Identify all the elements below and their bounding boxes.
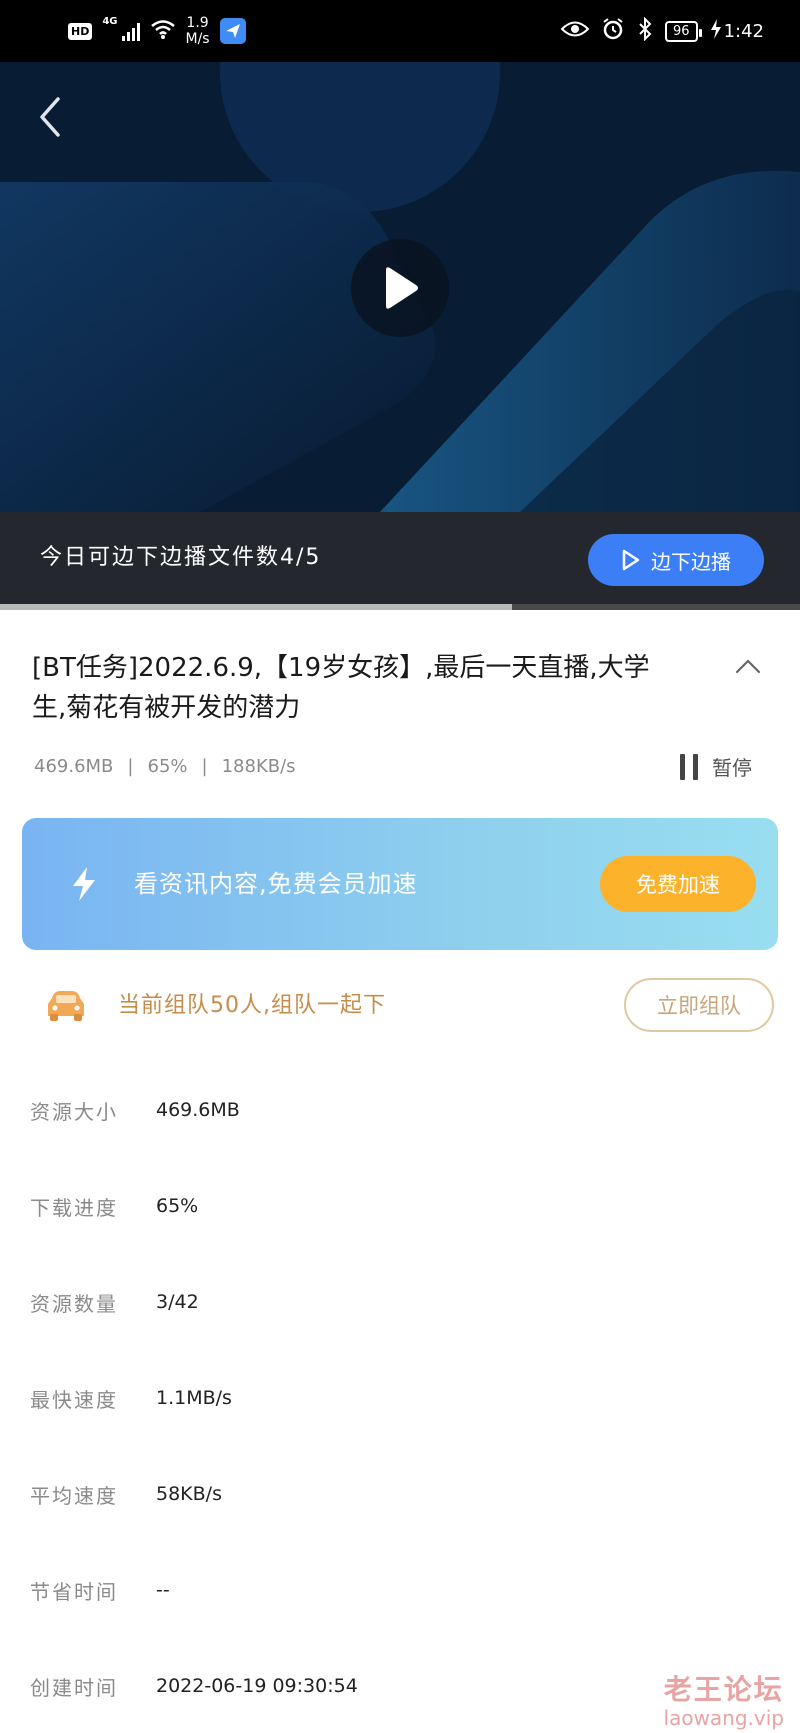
watermark-cn: 老王论坛: [663, 1673, 784, 1706]
detail-label: 资源大小: [30, 1099, 118, 1124]
meta-percent: 65%: [147, 756, 188, 777]
team-text: 当前组队50人,组队一起下: [118, 993, 386, 1018]
charging-icon: [710, 18, 722, 44]
watermark-en: laowang.vip: [663, 1706, 784, 1730]
signal-icon: [121, 21, 140, 41]
free-accelerate-button[interactable]: 免费加速: [600, 856, 756, 912]
detail-row: 节省时间 --: [0, 1542, 800, 1638]
video-player[interactable]: [0, 62, 800, 512]
network-type: 4G: [102, 16, 118, 27]
detail-value: 65%: [156, 1195, 199, 1217]
alarm-icon: [601, 17, 625, 46]
hd-badge: HD: [68, 22, 93, 40]
promo-text: 今日可边下边播文件数4/5: [40, 545, 322, 570]
watermark: 老王论坛 laowang.vip: [664, 1668, 784, 1730]
meta-divider: |: [201, 756, 208, 777]
detail-value: 1.1MB/s: [156, 1387, 232, 1409]
wifi-icon: [150, 18, 176, 44]
detail-label: 节省时间: [30, 1579, 118, 1604]
detail-value: --: [156, 1579, 170, 1601]
eye-icon: [560, 20, 590, 43]
meta-divider: |: [127, 756, 134, 777]
detail-row: 下载进度 65%: [0, 1158, 800, 1254]
detail-label: 下载进度: [30, 1195, 118, 1220]
lightning-icon: [64, 864, 104, 904]
status-right: 96 1:42: [560, 14, 764, 48]
task-title: [BT任务]2022.6.9,【19岁女孩】,最后一天直播,大学生,菊花有被开发…: [32, 653, 650, 723]
video-progress-bar[interactable]: [0, 604, 800, 610]
collapse-button[interactable]: [730, 648, 766, 684]
detail-row: 平均速度 58KB/s: [0, 1446, 800, 1542]
task-meta: 469.6MB | 65% | 188KB/s: [34, 756, 296, 777]
chevron-left-icon: [40, 97, 60, 137]
accelerate-text: 看资讯内容,免费会员加速: [134, 870, 418, 898]
detail-row: 最快速度 1.1MB/s: [0, 1350, 800, 1446]
pause-icon: [680, 753, 698, 780]
play-while-download-button[interactable]: 边下边播: [588, 534, 764, 586]
pause-label: 暂停: [712, 756, 752, 780]
detail-label: 资源数量: [30, 1291, 118, 1316]
resource-details: 资源大小 469.6MB 下载进度 65% 资源数量 3/42 最快速度 1.1…: [0, 1062, 800, 1733]
status-left: HD 4G 1.9 M/s: [68, 14, 246, 48]
detail-value: 3/42: [156, 1291, 199, 1313]
back-button[interactable]: [30, 92, 70, 142]
playback-promo-bar: 今日可边下边播文件数4/5 边下边播: [0, 512, 800, 604]
meta-speed: 188KB/s: [221, 756, 296, 777]
play-button[interactable]: [351, 239, 449, 337]
status-bar: HD 4G 1.9 M/s 96 1:42: [0, 0, 800, 62]
accelerate-banner[interactable]: 看资讯内容,免费会员加速 免费加速: [22, 818, 778, 950]
network-speed: 1.9 M/s: [186, 15, 210, 47]
car-icon: [44, 988, 88, 1024]
battery-indicator: 96: [665, 20, 702, 42]
chevron-up-icon: [735, 659, 761, 674]
team-download-row: 当前组队50人,组队一起下 立即组队: [0, 968, 800, 1044]
app-notification-icon: [219, 18, 246, 44]
detail-label: 最快速度: [30, 1387, 118, 1412]
speed-value: 1.9: [186, 15, 209, 31]
detail-row: 资源数量 3/42: [0, 1254, 800, 1350]
detail-label: 创建时间: [30, 1675, 118, 1700]
meta-size: 469.6MB: [34, 756, 114, 777]
speed-unit: M/s: [185, 31, 210, 47]
detail-value: 469.6MB: [156, 1099, 240, 1121]
detail-value: 2022-06-19 09:30:54: [156, 1675, 358, 1697]
pause-button[interactable]: 暂停: [680, 752, 752, 781]
bluetooth-icon: [637, 16, 653, 46]
play-outline-icon: [622, 549, 640, 571]
play-icon: [386, 267, 418, 309]
join-team-button[interactable]: 立即组队: [624, 978, 774, 1032]
play-while-download-label: 边下边播: [651, 549, 731, 574]
detail-value: 58KB/s: [156, 1483, 222, 1505]
detail-label: 平均速度: [30, 1483, 118, 1508]
clock-time: 1:42: [723, 20, 764, 42]
video-progress-fill: [0, 604, 512, 610]
detail-row: 资源大小 469.6MB: [0, 1062, 800, 1158]
